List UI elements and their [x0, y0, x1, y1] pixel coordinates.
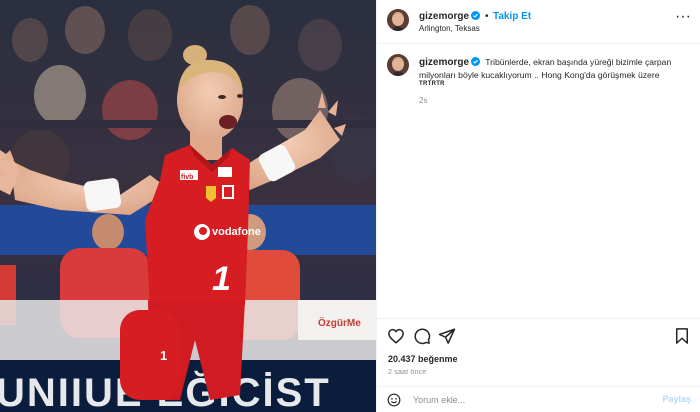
post-side-panel: gizemorge • Takip Et Arlington, Teksas ·…: [376, 0, 700, 412]
verified-badge-icon: [471, 11, 481, 20]
caption-username[interactable]: gizemorge: [419, 57, 481, 68]
shorts-number: 1: [160, 348, 167, 363]
comment-input[interactable]: [413, 392, 653, 407]
jersey-brand: vodafone: [212, 226, 261, 238]
verified-badge-icon: [471, 57, 481, 66]
translation-link[interactable]: TRTRTR: [419, 81, 445, 87]
volleyball-player-photo: ÖzgürMe UNIIUE EĞİCİST fivb vodafone 1 1: [0, 0, 376, 412]
comment-box: Paylaş: [377, 386, 700, 412]
comment-bubble-icon[interactable]: [413, 327, 431, 345]
caption-avatar[interactable]: [387, 54, 409, 76]
caption-avatar-image: [387, 54, 409, 76]
action-bar: [377, 318, 700, 353]
more-options-icon[interactable]: ···: [675, 9, 691, 25]
board-sponsor-text: ÖzgürMe: [318, 316, 361, 329]
post-timestamp[interactable]: 2 saat önce: [388, 369, 426, 376]
post-header: gizemorge • Takip Et Arlington, Teksas ·…: [377, 0, 700, 44]
follow-button[interactable]: Takip Et: [493, 11, 531, 22]
post-photo: ÖzgürMe UNIIUE EĞİCİST fivb vodafone 1 1: [0, 0, 376, 412]
emoji-icon[interactable]: [387, 393, 401, 407]
svg-text:fivb: fivb: [181, 174, 193, 181]
caption-text-block: gizemorge Tribünlerde, ekran başında yür…: [419, 56, 689, 82]
header-username[interactable]: gizemorge: [419, 11, 481, 22]
post-comment-button[interactable]: Paylaş: [662, 394, 691, 404]
location-link[interactable]: Arlington, Teksas: [419, 24, 480, 33]
jersey-number: 1: [212, 260, 231, 298]
share-send-icon[interactable]: [438, 327, 456, 345]
instagram-post-modal: ÖzgürMe UNIIUE EĞİCİST fivb vodafone 1 1…: [0, 0, 700, 412]
caption-age: 2s: [419, 96, 428, 105]
like-heart-icon[interactable]: [387, 327, 405, 345]
header-username-text[interactable]: gizemorge: [419, 11, 469, 22]
avatar[interactable]: [387, 9, 409, 31]
save-bookmark-icon[interactable]: [673, 327, 691, 345]
header-separator: •: [485, 11, 489, 22]
caption-username-text[interactable]: gizemorge: [419, 57, 469, 68]
avatar-image: [387, 9, 409, 31]
like-count[interactable]: 20.437 beğenme: [388, 354, 458, 364]
